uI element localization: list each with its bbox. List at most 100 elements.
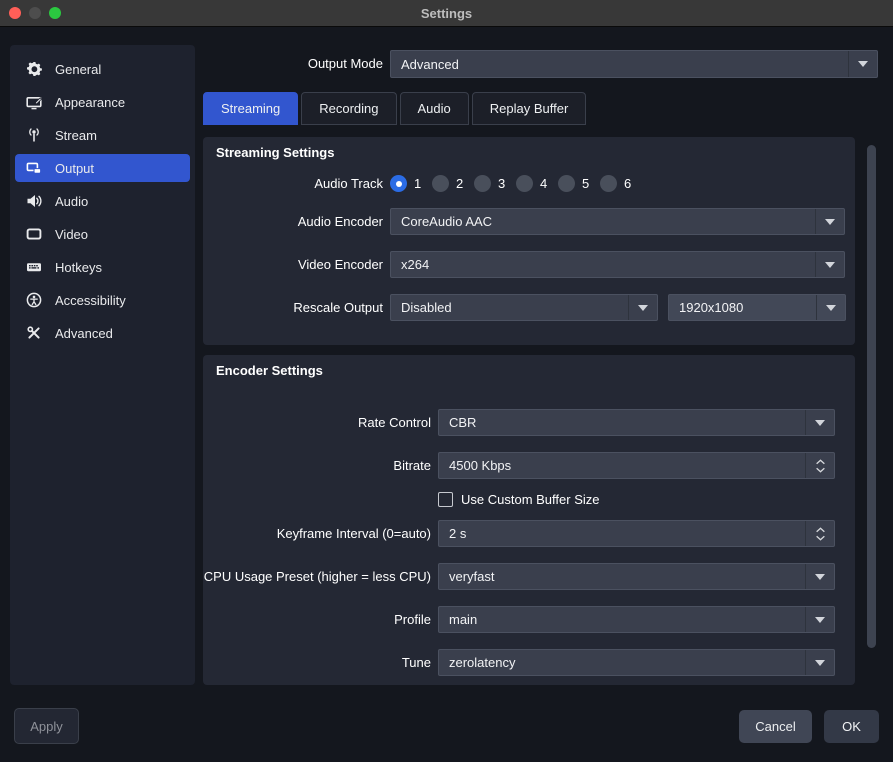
- audio-track-radio-3[interactable]: 3: [474, 175, 505, 192]
- gear-icon: [26, 61, 42, 77]
- ok-button[interactable]: OK: [824, 710, 879, 743]
- radio-icon[interactable]: [558, 175, 575, 192]
- output-tabs: Streaming Recording Audio Replay Buffer: [203, 92, 586, 125]
- rate-control-label: Rate Control: [203, 409, 431, 436]
- radio-icon[interactable]: [516, 175, 533, 192]
- sidebar-item-label: Accessibility: [55, 293, 126, 308]
- tab-audio[interactable]: Audio: [400, 92, 469, 125]
- tab-recording[interactable]: Recording: [301, 92, 396, 125]
- output-mode-label: Output Mode: [203, 50, 383, 78]
- use-custom-buffer-size-checkbox[interactable]: Use Custom Buffer Size: [438, 492, 599, 507]
- vertical-scrollbar-thumb[interactable]: [867, 145, 876, 648]
- chevron-down-icon: [805, 607, 834, 632]
- chevron-down-icon: [815, 252, 844, 277]
- appearance-icon: [26, 94, 42, 110]
- rate-control-dropdown[interactable]: CBR: [438, 409, 835, 436]
- titlebar: Settings: [0, 0, 893, 27]
- profile-dropdown[interactable]: main: [438, 606, 835, 633]
- chevron-down-icon: [848, 51, 877, 77]
- radio-label: 3: [498, 176, 505, 191]
- radio-label: 5: [582, 176, 589, 191]
- rescale-output-dropdown[interactable]: Disabled: [390, 294, 658, 321]
- rescale-resolution-dropdown[interactable]: 1920x1080: [668, 294, 846, 321]
- bitrate-label: Bitrate: [203, 452, 431, 479]
- video-encoder-value: x264: [391, 252, 815, 277]
- encoder-settings-title: Encoder Settings: [216, 363, 323, 378]
- spinner-arrows-icon[interactable]: [805, 521, 834, 546]
- cancel-button[interactable]: Cancel: [739, 710, 812, 743]
- audio-encoder-dropdown[interactable]: CoreAudio AAC: [390, 208, 845, 235]
- sidebar-item-label: General: [55, 62, 101, 77]
- audio-track-radio-1[interactable]: 1: [390, 175, 421, 192]
- tune-label: Tune: [203, 649, 431, 676]
- sidebar-item-video[interactable]: Video: [15, 220, 190, 248]
- sidebar-item-general[interactable]: General: [15, 55, 190, 83]
- keyframe-interval-spinner[interactable]: 2 s: [438, 520, 835, 547]
- chevron-down-icon: [805, 410, 834, 435]
- tools-icon: [26, 325, 42, 341]
- settings-window: Settings General Appearance Stream Outpu…: [0, 0, 893, 762]
- rescale-output-label: Rescale Output: [203, 294, 383, 321]
- audio-encoder-label: Audio Encoder: [203, 208, 383, 235]
- sidebar-item-accessibility[interactable]: Accessibility: [15, 286, 190, 314]
- tune-value: zerolatency: [439, 650, 805, 675]
- bitrate-spinner[interactable]: 4500 Kbps: [438, 452, 835, 479]
- sidebar-item-hotkeys[interactable]: Hotkeys: [15, 253, 190, 281]
- cpu-usage-preset-dropdown[interactable]: veryfast: [438, 563, 835, 590]
- tab-streaming[interactable]: Streaming: [203, 92, 298, 125]
- profile-label: Profile: [203, 606, 431, 633]
- rate-control-value: CBR: [439, 410, 805, 435]
- cpu-usage-preset-label: CPU Usage Preset (higher = less CPU): [203, 563, 431, 590]
- video-encoder-dropdown[interactable]: x264: [390, 251, 845, 278]
- keyframe-interval-label: Keyframe Interval (0=auto): [203, 520, 431, 547]
- sidebar-item-output[interactable]: Output: [15, 154, 190, 182]
- spinner-arrows-icon[interactable]: [805, 453, 834, 478]
- sidebar-item-appearance[interactable]: Appearance: [15, 88, 190, 116]
- radio-icon[interactable]: [600, 175, 617, 192]
- audio-track-radio-5[interactable]: 5: [558, 175, 589, 192]
- cpu-usage-preset-value: veryfast: [439, 564, 805, 589]
- chevron-down-icon: [628, 295, 657, 320]
- display-icon: [26, 226, 42, 242]
- accessibility-icon: [26, 292, 42, 308]
- output-mode-value: Advanced: [391, 51, 848, 77]
- sidebar-item-advanced[interactable]: Advanced: [15, 319, 190, 347]
- radio-label: 2: [456, 176, 463, 191]
- sidebar: General Appearance Stream Output Audio V…: [10, 45, 195, 685]
- chevron-down-icon: [805, 650, 834, 675]
- chevron-down-icon: [805, 564, 834, 589]
- tune-dropdown[interactable]: zerolatency: [438, 649, 835, 676]
- sidebar-item-label: Advanced: [55, 326, 113, 341]
- rescale-resolution-value: 1920x1080: [669, 295, 816, 320]
- radio-icon[interactable]: [390, 175, 407, 192]
- sidebar-item-stream[interactable]: Stream: [15, 121, 190, 149]
- window-title: Settings: [0, 0, 893, 27]
- apply-button[interactable]: Apply: [14, 708, 79, 744]
- output-mode-dropdown[interactable]: Advanced: [390, 50, 878, 78]
- keyboard-icon: [26, 259, 42, 275]
- sidebar-item-label: Appearance: [55, 95, 125, 110]
- sidebar-item-audio[interactable]: Audio: [15, 187, 190, 215]
- audio-track-radio-2[interactable]: 2: [432, 175, 463, 192]
- keyframe-interval-value: 2 s: [439, 521, 805, 546]
- speaker-icon: [26, 193, 42, 209]
- radio-label: 4: [540, 176, 547, 191]
- sidebar-item-label: Output: [55, 161, 94, 176]
- tab-replay-buffer[interactable]: Replay Buffer: [472, 92, 587, 125]
- audio-track-radio-4[interactable]: 4: [516, 175, 547, 192]
- audio-track-radio-6[interactable]: 6: [600, 175, 631, 192]
- checkbox-icon[interactable]: [438, 492, 453, 507]
- radio-icon[interactable]: [432, 175, 449, 192]
- sidebar-item-label: Video: [55, 227, 88, 242]
- radio-label: 6: [624, 176, 631, 191]
- rescale-output-value: Disabled: [391, 295, 628, 320]
- chevron-down-icon: [815, 209, 844, 234]
- radio-icon[interactable]: [474, 175, 491, 192]
- antenna-icon: [26, 127, 42, 143]
- streaming-settings-panel: Streaming Settings Audio Track 1 2 3 4 5…: [203, 137, 855, 345]
- audio-track-label: Audio Track: [203, 170, 383, 197]
- radio-label: 1: [414, 176, 421, 191]
- encoder-settings-panel: Encoder Settings Rate Control CBR Bitrat…: [203, 355, 855, 685]
- video-encoder-label: Video Encoder: [203, 251, 383, 278]
- bitrate-value: 4500 Kbps: [439, 453, 805, 478]
